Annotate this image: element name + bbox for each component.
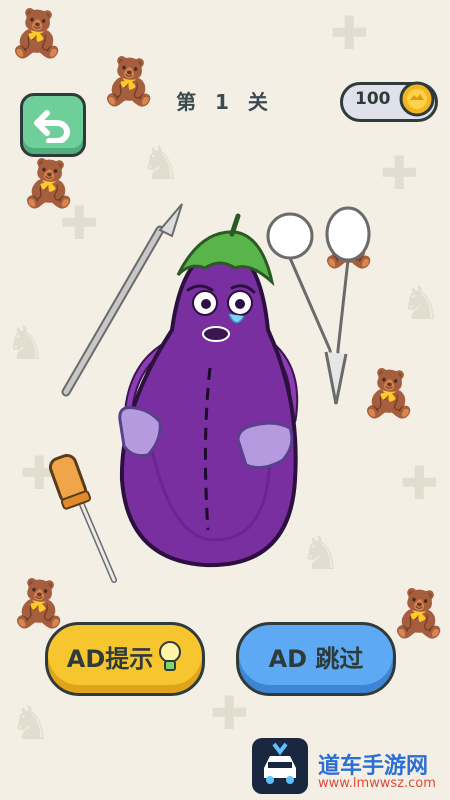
right-glove [236, 421, 294, 470]
ad-skip-label: AD 跳过 [268, 644, 364, 673]
dropper-tool[interactable] [48, 453, 117, 583]
left-glove [118, 406, 162, 458]
car-icon [264, 742, 296, 784]
ad-hint-label: AD提示 [66, 644, 154, 673]
ad-skip-button[interactable]: AD 跳过 [236, 622, 396, 696]
eggplant-character[interactable] [119, 213, 299, 568]
watermark-url: www.lmwwsz.com [318, 776, 436, 791]
site-logo [252, 738, 308, 794]
lightbulb-icon [159, 641, 182, 671]
ad-hint-button[interactable]: AD提示 [45, 622, 205, 696]
